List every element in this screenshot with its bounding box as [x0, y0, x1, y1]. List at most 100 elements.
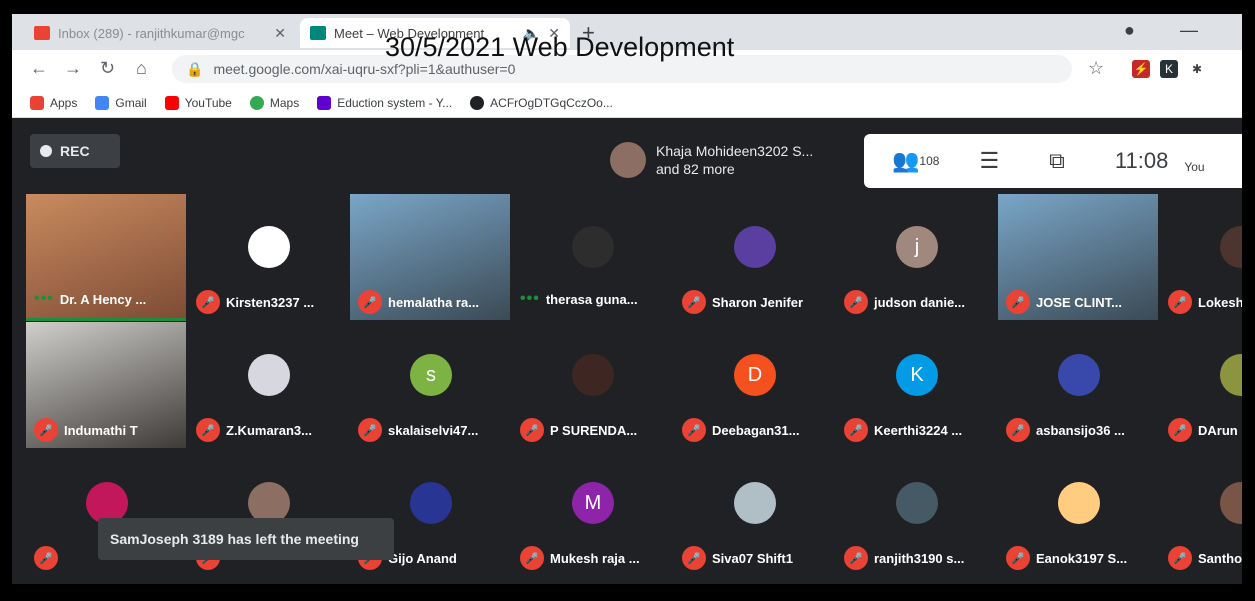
maps-pin-icon — [249, 95, 264, 110]
avatar — [410, 482, 452, 524]
participant-tile[interactable]: K 🎤 Keerthi3224 ... — [836, 322, 996, 448]
participant-name: Mukesh raja ... — [550, 550, 640, 566]
avatar — [572, 354, 614, 396]
participant-tile[interactable]: 🎤 JOSE CLINT... — [998, 194, 1158, 320]
participant-name: Deebagan31... — [712, 422, 800, 438]
bookmark-eduction[interactable]: Eduction system - Y... — [317, 95, 452, 110]
minimize-icon[interactable]: — — [1180, 20, 1198, 41]
puzzle-icon[interactable]: ✱ — [1188, 60, 1206, 78]
apps-grid-icon — [30, 95, 44, 110]
participant-tile[interactable]: 🎤 Eanok3197 S... — [998, 450, 1158, 576]
avatar — [734, 226, 776, 268]
participant-name: Sharon Jenifer — [712, 294, 804, 310]
participant-tile[interactable]: 🎤 Siva07 Shift1 — [674, 450, 834, 576]
forward-icon[interactable]: → — [64, 58, 82, 79]
presenter-more: and 82 more — [656, 161, 735, 177]
participant-tile[interactable]: 🎤 Indumathi T — [26, 322, 186, 448]
mic-off-icon: 🎤 — [1006, 290, 1030, 314]
participant-tile[interactable]: s 🎤 skalaiselvi47... — [350, 322, 510, 448]
participant-name: Dr. A Hency ... — [59, 291, 147, 307]
participant-name: Indumathi T — [64, 422, 138, 438]
mic-off-icon: 🎤 — [358, 418, 382, 442]
youtube-icon — [164, 95, 179, 110]
participant-tile[interactable]: D 🎤 Deebagan31... — [674, 322, 834, 448]
participant-tile[interactable]: 🎤 DArun Kun — [1160, 322, 1242, 448]
home-icon[interactable]: ⌂ — [136, 58, 147, 79]
mic-off-icon: 🎤 — [196, 290, 220, 314]
participant-tile[interactable]: 🎤 Lokesh3 — [1160, 194, 1242, 320]
participant-label: 🎤 judson danie... — [844, 290, 965, 314]
bookmark-apps[interactable]: Apps — [30, 95, 77, 110]
participant-label: 🎤 Kirsten3237 ... — [196, 290, 314, 314]
mic-off-icon: 🎤 — [34, 546, 58, 570]
record-dot-icon — [40, 145, 52, 157]
bookmark-gmail[interactable]: Gmail — [95, 95, 147, 110]
participants-count: 108 — [919, 154, 940, 168]
participant-name: ranjith3190 s... — [874, 550, 965, 566]
chat-icon[interactable]: ☰ — [979, 148, 999, 174]
participant-tile[interactable]: ••• therasa guna... — [512, 194, 672, 320]
participant-label: 🎤 Z.Kumaran3... — [196, 418, 312, 442]
mic-off-icon: 🎤 — [520, 418, 544, 442]
k-extension-icon[interactable]: K — [1160, 60, 1178, 78]
participant-label: 🎤 Keerthi3224 ... — [844, 418, 962, 442]
gmail-icon — [34, 26, 50, 40]
participant-tile[interactable]: 🎤 asbansijo36 ... — [998, 322, 1158, 448]
audio-level-icon: ••• — [520, 290, 540, 307]
participant-tile[interactable]: ••• Dr. A Hency ... — [26, 194, 186, 321]
participant-tile[interactable]: 🎤 Santhosh.R — [1160, 450, 1242, 576]
participant-tile[interactable]: 🎤 Kirsten3237 ... — [188, 194, 348, 320]
reload-icon[interactable]: ↻ — [100, 58, 115, 79]
avatar: s — [410, 354, 452, 396]
participant-label: 🎤 Indumathi T — [34, 418, 138, 442]
tab-inbox[interactable]: Inbox (289) - ranjithkumar@mgc ✕ — [24, 18, 296, 48]
meeting-info-bar: 👥 108 ☰ ⧉ 11:08 You — [864, 134, 1242, 188]
bookmark-acfr[interactable]: ACFrOgDTGqCczOo... — [470, 95, 613, 110]
participant-name: Siva07 Shift1 — [712, 550, 793, 566]
back-icon[interactable]: ← — [30, 58, 48, 79]
flash-sale-extension-icon[interactable]: ⚡ — [1132, 60, 1150, 78]
participant-name: judson danie... — [874, 294, 966, 310]
mic-off-icon: 🎤 — [1168, 290, 1192, 314]
people-button[interactable]: 👥 108 — [892, 148, 939, 174]
participant-label: 🎤 Eanok3197 S... — [1006, 546, 1127, 570]
participant-tile[interactable]: 🎤 hemalatha ra... — [350, 194, 510, 320]
avatar: D — [734, 354, 776, 396]
participant-tile[interactable]: j 🎤 judson danie... — [836, 194, 996, 320]
you-label: You — [1184, 160, 1205, 174]
activities-icon[interactable]: ⧉ — [1049, 148, 1065, 174]
participant-name: therasa guna... — [545, 291, 638, 307]
participant-name: Santhosh.R — [1198, 550, 1242, 566]
mic-off-icon: 🎤 — [358, 290, 382, 314]
overlay-title: 30/5/2021 Web Development — [385, 32, 735, 62]
mic-off-icon: 🎤 — [682, 418, 706, 442]
star-icon[interactable]: ☆ — [1088, 58, 1104, 79]
profile-icon[interactable]: ● — [1124, 20, 1135, 41]
participant-label: ••• therasa guna... — [520, 290, 638, 308]
participant-name: DArun Kun — [1198, 422, 1242, 438]
mic-off-icon: 🎤 — [1168, 546, 1192, 570]
bookmark-youtube[interactable]: YouTube — [164, 95, 232, 110]
participant-tile[interactable]: 🎤 Sharon Jenifer — [674, 194, 834, 320]
yahoo-icon — [317, 95, 332, 110]
participant-name: asbansijo36 ... — [1036, 422, 1125, 438]
participant-tile[interactable]: 🎤 P SURENDA... — [512, 322, 672, 448]
tab-title: Inbox (289) - ranjithkumar@mgc — [58, 25, 245, 41]
people-icon: 👥 — [892, 148, 920, 173]
participant-label: ••• Dr. A Hency ... — [34, 290, 146, 308]
participant-label: 🎤 ranjith3190 s... — [844, 546, 964, 570]
screen-frame: Inbox (289) - ranjithkumar@mgc ✕ Meet – … — [12, 14, 1242, 584]
avatar — [572, 226, 614, 268]
rec-label: REC — [60, 143, 90, 159]
participant-tile[interactable]: 🎤 ranjith3190 s... — [836, 450, 996, 576]
avatar — [734, 482, 776, 524]
participant-name: Lokesh3 — [1198, 294, 1242, 310]
participant-name: Z.Kumaran3... — [226, 422, 312, 438]
bookmark-maps[interactable]: Maps — [249, 95, 299, 110]
participant-tile[interactable]: 🎤 Z.Kumaran3... — [188, 322, 348, 448]
participant-tile[interactable]: M 🎤 Mukesh raja ... — [512, 450, 672, 576]
participant-label: 🎤 — [34, 546, 64, 570]
avatar — [896, 482, 938, 524]
close-icon[interactable]: ✕ — [274, 25, 286, 42]
clock: 11:08 — [1114, 148, 1169, 173]
